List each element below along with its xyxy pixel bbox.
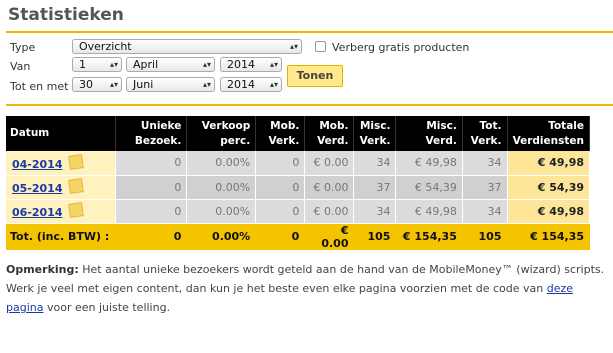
select-arrows-icon: ▴▾ — [109, 80, 118, 89]
col-header-misc-earnings[interactable]: Misc. Verd. — [395, 116, 463, 151]
misc-sales-cell: 37 — [353, 175, 397, 200]
totals-misc-sales: 105 — [353, 223, 397, 251]
totals-total-earnings: € 154,35 — [507, 223, 590, 251]
col-header-misc-sales[interactable]: Misc. Verk. — [353, 116, 397, 151]
misc-sales-cell: 34 — [353, 199, 397, 224]
perc-cell: 0.00% — [186, 175, 257, 200]
date-cell: 06-2014 — [6, 199, 117, 224]
stats-table: Datum Unieke Bezoek. Verkoop perc. Mob. … — [6, 116, 590, 251]
total-earnings-cell: € 54,39 — [507, 175, 590, 200]
total-earnings-cell: € 49,98 — [507, 151, 590, 176]
select-arrows-icon: ▴▾ — [202, 80, 211, 89]
date-link[interactable]: 04-2014 — [12, 158, 63, 171]
visitors-cell: 0 — [115, 151, 188, 176]
note-icon[interactable] — [67, 178, 84, 194]
visitors-cell: 0 — [115, 199, 188, 224]
totals-misc-earnings: € 154,35 — [395, 223, 463, 251]
perc-cell: 0.00% — [186, 199, 257, 224]
date-cell: 05-2014 — [6, 175, 117, 200]
totals-visitors: 0 — [115, 223, 188, 251]
divider — [6, 104, 613, 106]
date-link[interactable]: 05-2014 — [12, 182, 63, 195]
to-label: Tot en met — [10, 80, 69, 93]
from-label: Van — [10, 60, 31, 73]
type-label: Type — [10, 41, 36, 54]
note-icon[interactable] — [67, 202, 84, 218]
hide-free-label: Verberg gratis producten — [332, 41, 470, 54]
misc-sales-cell: 34 — [353, 151, 397, 176]
select-arrows-icon: ▴▾ — [269, 80, 278, 89]
select-arrows-icon: ▴▾ — [269, 60, 278, 69]
col-header-sales-perc[interactable]: Verkoop perc. — [186, 116, 257, 151]
misc-earnings-cell: € 49,98 — [395, 151, 463, 176]
mob-sales-cell: 0 — [255, 151, 306, 176]
mob-earnings-cell: € 0.00 — [304, 151, 355, 176]
total-earnings-cell: € 49,98 — [507, 199, 590, 224]
to-day-select[interactable]: 30 ▴▾ — [72, 77, 122, 92]
select-arrows-icon: ▴▾ — [202, 60, 211, 69]
select-arrows-icon: ▴▾ — [109, 60, 118, 69]
to-year-select[interactable]: 2014 ▴▾ — [220, 77, 282, 92]
from-day-select[interactable]: 1 ▴▾ — [72, 57, 122, 72]
col-header-mob-sales[interactable]: Mob. Verk. — [255, 116, 306, 151]
col-header-date[interactable]: Datum — [6, 116, 117, 151]
remark-label: Opmerking: — [6, 263, 79, 276]
col-header-visitors[interactable]: Unieke Bezoek. — [115, 116, 188, 151]
misc-earnings-cell: € 49,98 — [395, 199, 463, 224]
misc-earnings-cell: € 54,39 — [395, 175, 463, 200]
table-row: 06-2014 0 0.00% 0 € 0.00 34 € 49,98 34 €… — [6, 199, 590, 224]
date-link[interactable]: 06-2014 — [12, 206, 63, 219]
table-row: 04-2014 0 0.00% 0 € 0.00 34 € 49,98 34 €… — [6, 151, 590, 176]
total-sales-cell: 34 — [462, 151, 508, 176]
to-month-select[interactable]: Juni ▴▾ — [126, 77, 215, 92]
perc-cell: 0.00% — [186, 151, 257, 176]
date-cell: 04-2014 — [6, 151, 117, 176]
col-header-mob-earnings[interactable]: Mob. Verd. — [304, 116, 355, 151]
table-row: 05-2014 0 0.00% 0 € 0.00 37 € 54,39 37 €… — [6, 175, 590, 200]
type-select[interactable]: Overzicht ▴▾ — [72, 39, 302, 54]
divider — [6, 31, 613, 33]
hide-free-checkbox[interactable] — [315, 41, 326, 52]
totals-mob-sales: 0 — [255, 223, 306, 251]
totals-total-sales: 105 — [462, 223, 508, 251]
from-month-select[interactable]: April ▴▾ — [126, 57, 215, 72]
col-header-total-sales[interactable]: Tot. Verk. — [462, 116, 508, 151]
mob-earnings-cell: € 0.00 — [304, 199, 355, 224]
col-header-total-earnings[interactable]: Totale Verdiensten — [507, 116, 590, 151]
totals-row: Tot. (inc. BTW) : 0 0.00% 0 € 0.00 105 €… — [6, 223, 590, 251]
mob-sales-cell: 0 — [255, 199, 306, 224]
remark-tail: voor een juiste telling. — [43, 301, 171, 314]
visitors-cell: 0 — [115, 175, 188, 200]
from-year-select[interactable]: 2014 ▴▾ — [220, 57, 282, 72]
totals-perc: 0.00% — [186, 223, 257, 251]
total-sales-cell: 34 — [462, 199, 508, 224]
totals-mob-earnings: € 0.00 — [304, 223, 355, 251]
note-icon[interactable] — [67, 153, 84, 170]
mob-sales-cell: 0 — [255, 175, 306, 200]
remark-body: Het aantal unieke bezoekers wordt geteld… — [6, 263, 605, 295]
select-arrows-icon: ▴▾ — [289, 42, 298, 51]
show-button[interactable]: Tonen — [287, 65, 343, 87]
mob-earnings-cell: € 0.00 — [304, 175, 355, 200]
total-sales-cell: 37 — [462, 175, 508, 200]
page-title: Statistieken — [8, 5, 124, 25]
totals-label: Tot. (inc. BTW) : — [6, 223, 117, 251]
remark-text: Opmerking: Het aantal unieke bezoekers w… — [6, 260, 606, 317]
